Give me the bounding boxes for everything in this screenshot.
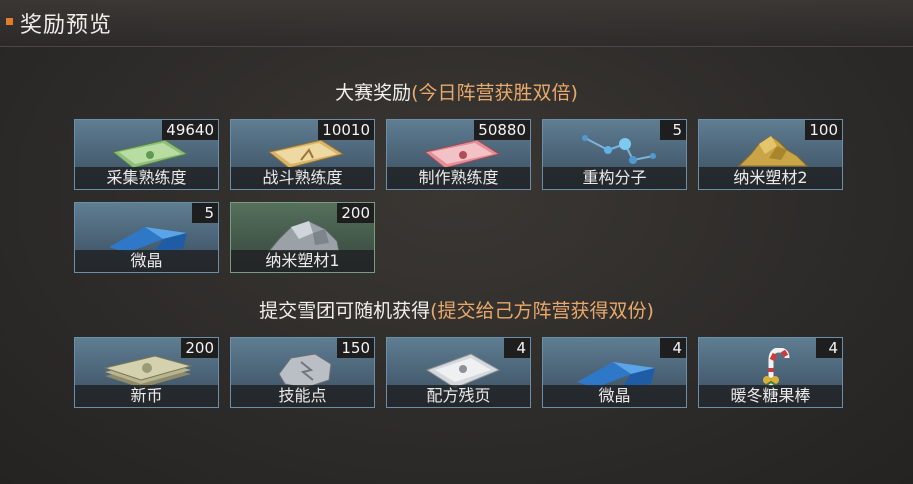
- reward-name: 暖冬糖果棒: [699, 385, 842, 407]
- reward-count: 49640: [162, 120, 218, 140]
- reward-count: 5: [192, 203, 218, 223]
- reward-card[interactable]: 4 微晶: [542, 337, 687, 408]
- reward-card[interactable]: 49640 采集熟练度: [74, 119, 219, 190]
- snowball-rewards-title: 提交雪团可随机获得: [259, 300, 431, 322]
- recipe-page-icon: [425, 353, 501, 389]
- reward-card[interactable]: 4 暖冬糖果棒: [698, 337, 843, 408]
- reward-name: 微晶: [75, 250, 218, 272]
- reward-count: 100: [805, 120, 842, 140]
- reward-card[interactable]: 4 配方残页: [386, 337, 531, 408]
- reward-name: 战斗熟练度: [231, 167, 374, 189]
- reward-count: 4: [660, 338, 686, 358]
- reward-count: 4: [816, 338, 842, 358]
- reward-card[interactable]: 150 技能点: [230, 337, 375, 408]
- molecule-icon: [582, 135, 656, 164]
- reward-card[interactable]: 5 微晶: [74, 202, 219, 273]
- contest-rewards-title: 大赛奖励: [335, 82, 412, 104]
- reward-count: 200: [337, 203, 374, 223]
- reward-count: 4: [504, 338, 530, 358]
- reward-name: 纳米塑材1: [231, 250, 374, 272]
- microcrystal-icon: [577, 362, 655, 388]
- reward-count: 10010: [318, 120, 374, 140]
- reward-card[interactable]: 200 纳米塑材1: [230, 202, 375, 273]
- page-title: 奖励预览: [20, 13, 113, 38]
- reward-card[interactable]: 5 重构分子: [542, 119, 687, 190]
- candy-cane-icon: [763, 348, 790, 387]
- contest-rewards-heading: 大赛奖励(今日阵营获胜双倍): [0, 78, 913, 105]
- reward-count: 50880: [474, 120, 530, 140]
- reward-name: 新币: [75, 385, 218, 407]
- reward-card[interactable]: 50880 制作熟练度: [386, 119, 531, 190]
- contest-rewards-grid: 49640 采集熟练度 10010 战斗熟练度 50880 制作熟练度 5 重构…: [74, 119, 843, 273]
- contest-rewards-note: (今日阵营获胜双倍): [411, 82, 578, 104]
- reward-name: 纳米塑材2: [699, 167, 842, 189]
- reward-name: 重构分子: [543, 167, 686, 189]
- reward-name: 配方残页: [387, 385, 530, 407]
- reward-card[interactable]: 200 新币: [74, 337, 219, 408]
- reward-card[interactable]: 100 纳米塑材2: [698, 119, 843, 190]
- snowball-rewards-heading: 提交雪团可随机获得(提交给己方阵营获得双份): [0, 296, 913, 323]
- reward-name: 制作熟练度: [387, 167, 530, 189]
- reward-count: 150: [337, 338, 374, 358]
- panel-header: 奖励预览: [0, 0, 913, 47]
- reward-count: 200: [181, 338, 218, 358]
- snowball-rewards-grid: 200 新币 150 技能点 4 配方残页 4 微晶 4 暖冬糖果棒: [74, 337, 843, 408]
- microcrystal-icon: [109, 227, 187, 253]
- reward-count: 5: [660, 120, 686, 140]
- reward-name: 技能点: [231, 385, 374, 407]
- reward-card[interactable]: 10010 战斗熟练度: [230, 119, 375, 190]
- reward-name: 微晶: [543, 385, 686, 407]
- header-marker: [6, 18, 13, 25]
- snowball-rewards-note: (提交给己方阵营获得双份): [430, 300, 654, 322]
- reward-name: 采集熟练度: [75, 167, 218, 189]
